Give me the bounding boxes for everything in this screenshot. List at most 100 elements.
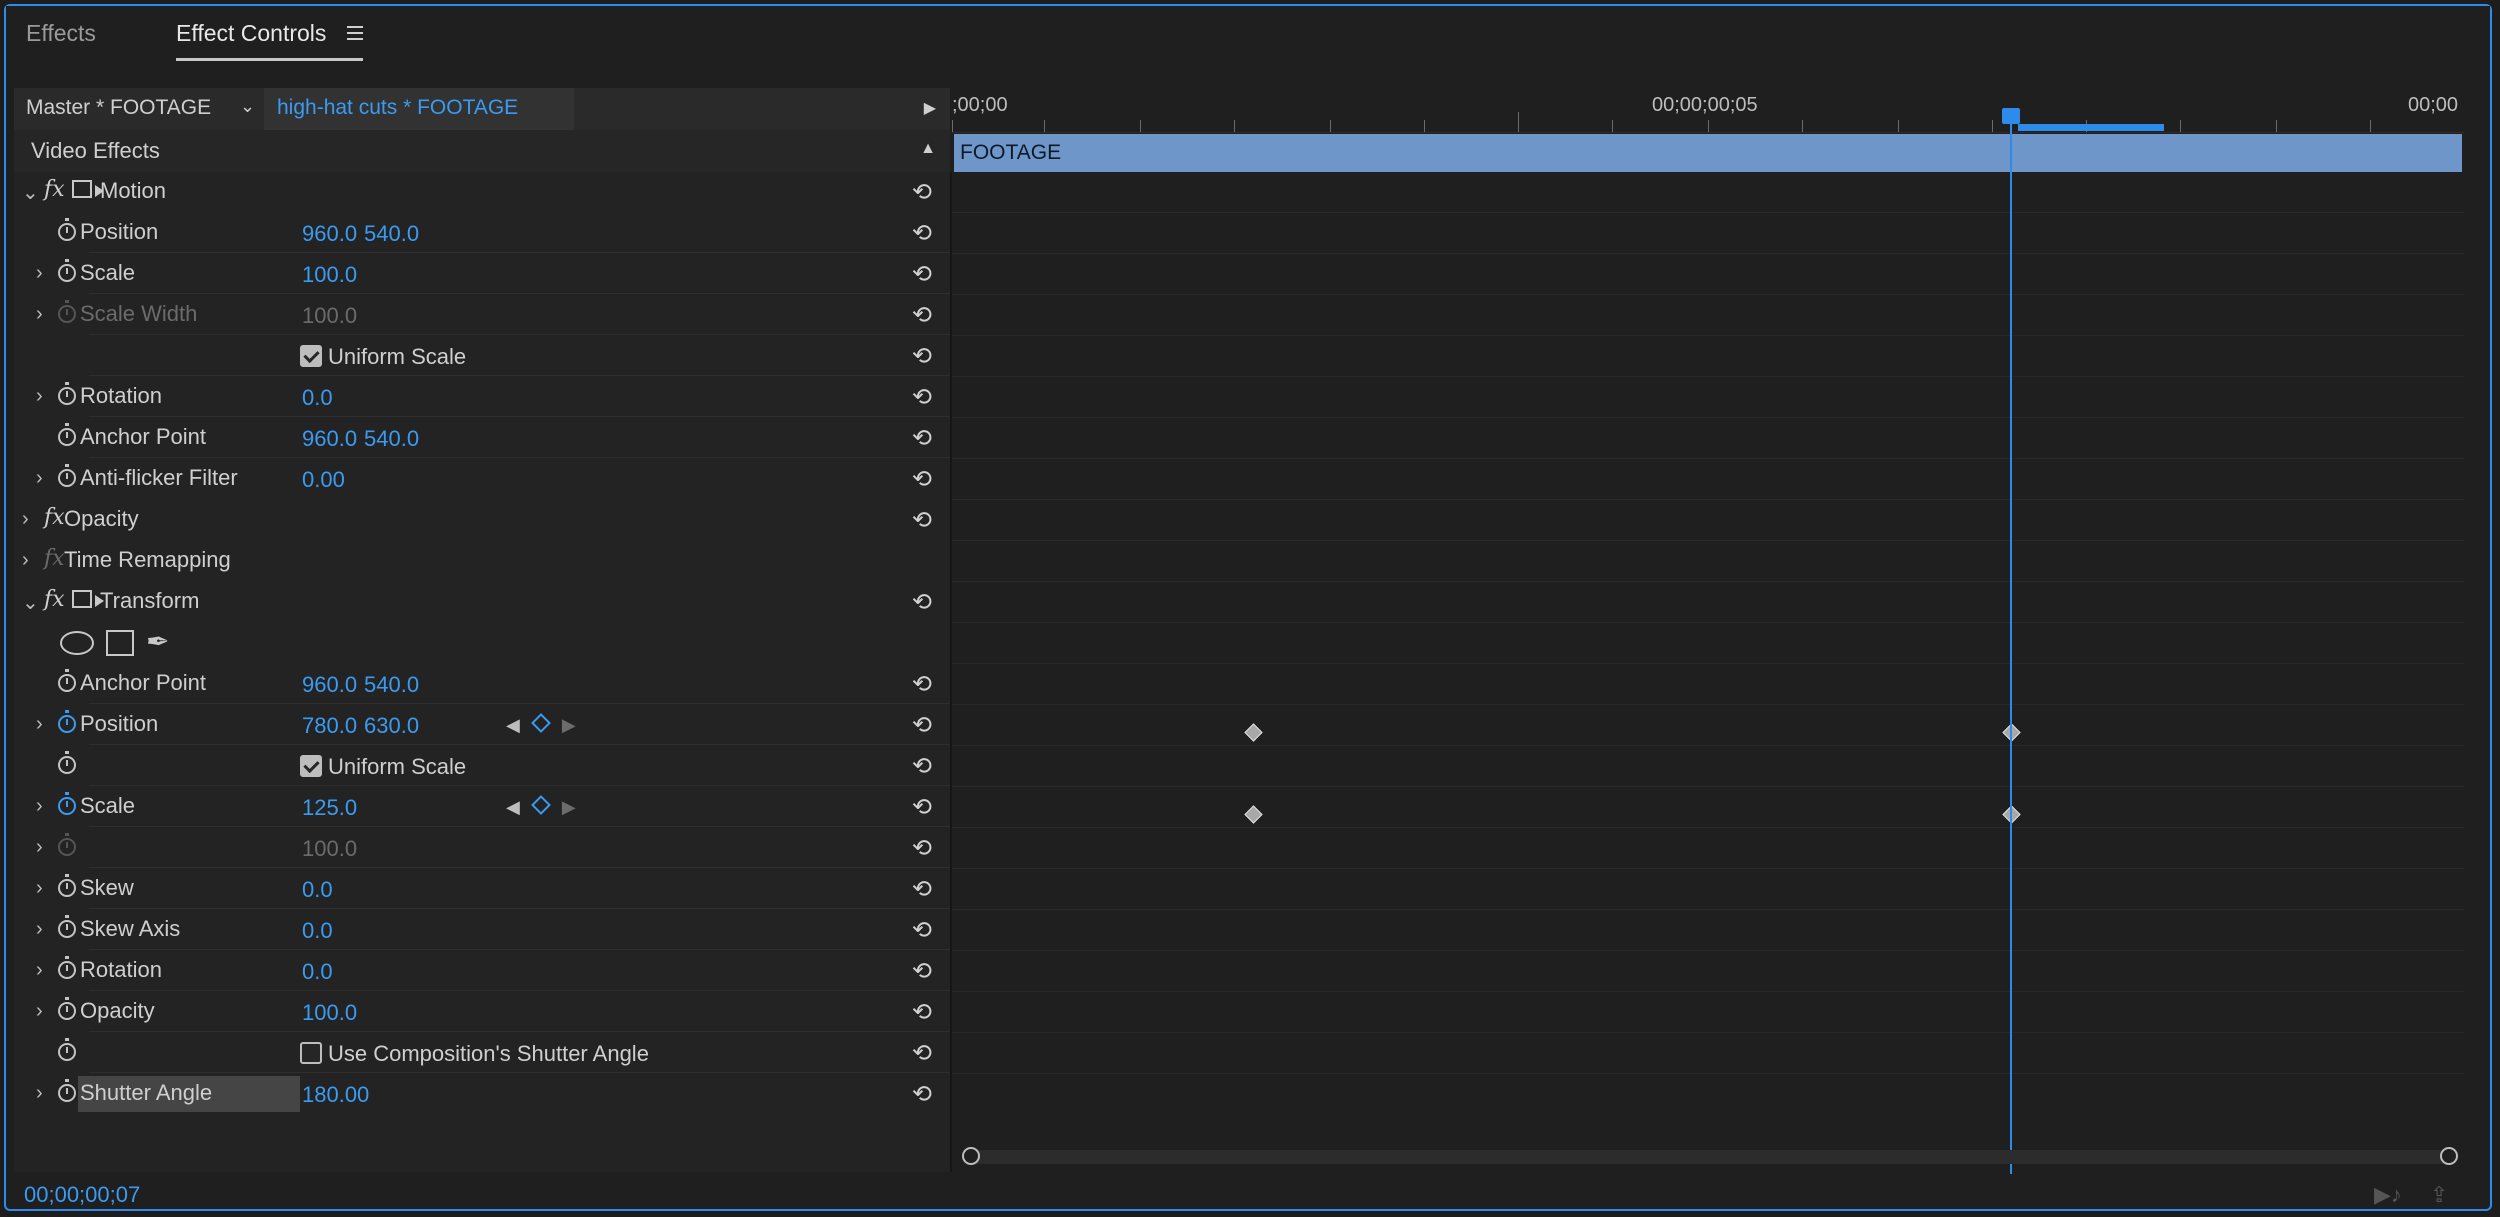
add-keyframe-icon[interactable] [530, 713, 551, 733]
anchor-y-value[interactable]: 540.0 [364, 672, 419, 698]
chevron-down-icon[interactable]: ⌄ [240, 96, 255, 117]
chevron-right-icon[interactable]: › [36, 1082, 43, 1105]
zoom-handle-right[interactable] [2440, 1147, 2458, 1165]
effect-row-time-remapping[interactable]: › fx Time Remapping [14, 541, 950, 581]
timeline-zoom-scrollbar[interactable] [962, 1147, 2458, 1165]
reset-icon[interactable]: ⟲ [912, 957, 932, 986]
position-x-value[interactable]: 960.0 [302, 221, 357, 247]
fx-icon[interactable]: fx [44, 177, 65, 202]
menu-icon[interactable] [346, 25, 363, 40]
chevron-right-icon[interactable]: › [36, 877, 43, 900]
reset-icon[interactable]: ⟲ [912, 711, 932, 740]
chevron-right-icon[interactable]: › [36, 262, 43, 285]
reset-icon[interactable]: ⟲ [912, 424, 932, 453]
skew-value[interactable]: 0.0 [302, 877, 333, 903]
keyframe-icon[interactable] [1244, 805, 1263, 824]
stopwatch-icon[interactable] [58, 997, 76, 1020]
use-comp-shutter-checkbox[interactable] [300, 1042, 322, 1064]
add-keyframe-icon[interactable] [530, 795, 551, 815]
stopwatch-icon[interactable] [58, 259, 76, 282]
chevron-right-icon[interactable]: › [36, 836, 43, 859]
stopwatch-icon[interactable] [58, 1038, 76, 1061]
anti-flicker-value[interactable]: 0.00 [302, 467, 345, 493]
uniform-scale-checkbox[interactable] [300, 755, 322, 777]
chevron-expanded-icon[interactable]: ⌄ [22, 590, 39, 615]
reset-icon[interactable]: ⟲ [912, 178, 932, 207]
position-y-value[interactable]: 630.0 [364, 713, 419, 739]
effect-row-motion[interactable]: ⌄ fx Motion ⟲ [14, 172, 950, 212]
reset-icon[interactable]: ⟲ [912, 465, 932, 494]
reset-icon[interactable]: ⟲ [912, 383, 932, 412]
play-audio-icon[interactable]: ▶♪ [2374, 1182, 2402, 1208]
transform-icon[interactable] [72, 590, 104, 608]
chevron-right-icon[interactable]: › [36, 467, 43, 490]
tab-effect-controls[interactable]: Effect Controls [176, 20, 363, 61]
reset-icon[interactable]: ⟲ [912, 588, 932, 617]
chevron-right-icon[interactable]: › [22, 508, 29, 531]
master-clip-label[interactable]: Master * FOOTAGE [26, 96, 211, 120]
rotation-value[interactable]: 0.0 [302, 385, 333, 411]
chevron-right-icon[interactable]: › [36, 918, 43, 941]
reset-icon[interactable]: ⟲ [912, 1080, 932, 1109]
chevron-right-icon[interactable]: › [36, 713, 43, 736]
chevron-right-icon[interactable]: › [36, 303, 43, 326]
playhead-line[interactable] [2010, 114, 2012, 1174]
stopwatch-icon[interactable] [58, 218, 76, 241]
time-ruler[interactable]: ;00;00 00;00;00;05 00;00 [952, 88, 2464, 133]
effect-row-opacity[interactable]: › fx Opacity ⟲ [14, 500, 950, 540]
stopwatch-icon[interactable] [58, 1079, 76, 1102]
anchor-x-value[interactable]: 960.0 [302, 672, 357, 698]
chevron-right-icon[interactable]: › [36, 385, 43, 408]
reset-icon[interactable]: ⟲ [912, 1039, 932, 1068]
reset-icon[interactable]: ⟲ [912, 793, 932, 822]
effect-row-transform[interactable]: ⌄ fx Transform ⟲ [14, 582, 950, 622]
stopwatch-icon[interactable] [58, 423, 76, 446]
reset-icon[interactable]: ⟲ [912, 834, 932, 863]
uniform-scale-checkbox[interactable] [300, 345, 322, 367]
keyframe-icon[interactable] [1244, 723, 1263, 742]
stopwatch-icon[interactable] [58, 669, 76, 692]
work-area-bar[interactable] [2018, 124, 2164, 131]
reset-icon[interactable]: ⟲ [912, 506, 932, 535]
scale-value[interactable]: 100.0 [302, 262, 357, 288]
stopwatch-icon[interactable] [58, 464, 76, 487]
reset-icon[interactable]: ⟲ [912, 670, 932, 699]
rotation-value[interactable]: 0.0 [302, 959, 333, 985]
current-timecode[interactable]: 00;00;00;07 [24, 1182, 140, 1208]
ellipse-mask-icon[interactable] [60, 631, 94, 655]
keyframe-navigator[interactable]: ◀ ▶ [506, 795, 576, 818]
position-y-value[interactable]: 540.0 [364, 221, 419, 247]
stopwatch-icon[interactable] [58, 915, 76, 938]
anchor-y-value[interactable]: 540.0 [364, 426, 419, 452]
stopwatch-icon[interactable] [58, 710, 76, 733]
sequence-clip-tab[interactable]: high-hat cuts * FOOTAGE [264, 88, 574, 130]
reset-icon[interactable]: ⟲ [912, 301, 932, 330]
pen-mask-icon[interactable]: ✒ [146, 625, 169, 658]
rectangle-mask-icon[interactable] [106, 630, 134, 656]
stopwatch-icon[interactable] [58, 956, 76, 979]
reset-icon[interactable]: ⟲ [912, 875, 932, 904]
chevron-right-icon[interactable]: › [36, 959, 43, 982]
scale-value[interactable]: 125.0 [302, 795, 357, 821]
skew-axis-value[interactable]: 0.0 [302, 918, 333, 944]
collapse-triangle-icon[interactable]: ▲ [920, 140, 936, 158]
reset-icon[interactable]: ⟲ [912, 752, 932, 781]
stopwatch-icon[interactable] [58, 792, 76, 815]
stopwatch-icon[interactable] [58, 382, 76, 405]
stopwatch-icon[interactable] [58, 751, 76, 774]
play-triangle-icon[interactable]: ▶ [924, 98, 936, 118]
tab-effects[interactable]: Effects [26, 20, 96, 47]
chevron-expanded-icon[interactable]: ⌄ [22, 180, 39, 205]
reset-icon[interactable]: ⟲ [912, 219, 932, 248]
transform-icon[interactable] [72, 180, 104, 198]
chevron-right-icon[interactable]: › [36, 795, 43, 818]
anchor-x-value[interactable]: 960.0 [302, 426, 357, 452]
fx-icon[interactable]: fx [44, 587, 65, 612]
opacity-value[interactable]: 100.0 [302, 1000, 357, 1026]
keyframe-navigator[interactable]: ◀ ▶ [506, 713, 576, 736]
position-x-value[interactable]: 780.0 [302, 713, 357, 739]
reset-icon[interactable]: ⟲ [912, 916, 932, 945]
stopwatch-icon[interactable] [58, 874, 76, 897]
shutter-angle-value[interactable]: 180.00 [302, 1082, 369, 1108]
reset-icon[interactable]: ⟲ [912, 998, 932, 1027]
